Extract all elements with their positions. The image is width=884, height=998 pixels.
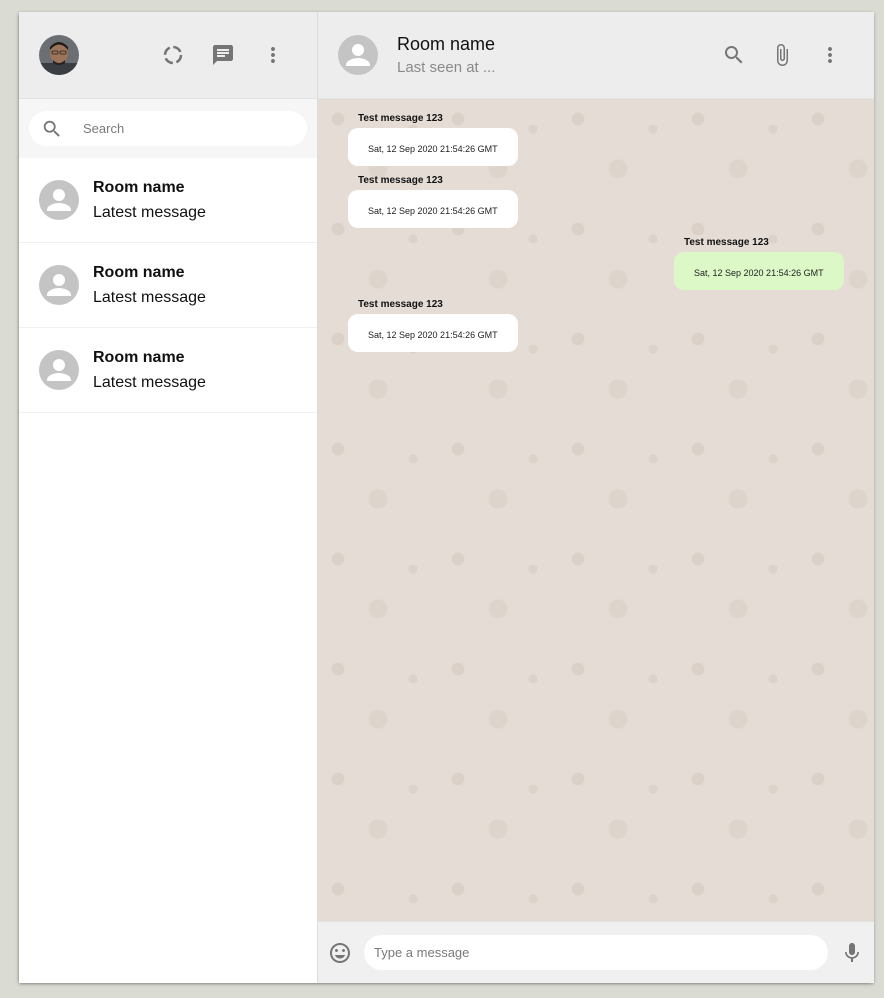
message-bubble: Sat, 12 Sep 2020 21:54:26 GMT (348, 190, 518, 228)
emoji-icon[interactable] (328, 941, 352, 965)
room-info: Room name Latest message (93, 179, 206, 222)
chat-header-actions (710, 31, 854, 79)
chat-room-avatar[interactable] (338, 35, 378, 75)
room-avatar (39, 265, 79, 305)
message-input[interactable] (364, 935, 828, 970)
message-sender: Test message 123 (358, 113, 443, 124)
room-list-item[interactable]: Room name Latest message (19, 243, 317, 328)
message-row: Test message 123 Sat, 12 Sep 2020 21:54:… (348, 299, 844, 352)
message-sender: Test message 123 (358, 299, 443, 310)
chat-menu-button[interactable] (806, 31, 854, 79)
room-last-message: Latest message (93, 288, 206, 306)
search-input[interactable] (83, 121, 283, 136)
room-name: Room name (93, 263, 185, 281)
attach-button[interactable] (758, 31, 806, 79)
message-bubble: Sat, 12 Sep 2020 21:54:26 GMT (674, 252, 844, 290)
search-container (29, 111, 307, 146)
sidebar-search-bar (19, 99, 317, 158)
status-icon (163, 45, 183, 65)
room-name: Room name (93, 348, 185, 366)
message-bubble: Sat, 12 Sep 2020 21:54:26 GMT (348, 128, 518, 166)
room-info: Room name Latest message (93, 264, 206, 307)
message-bubble: Sat, 12 Sep 2020 21:54:26 GMT (348, 314, 518, 352)
room-avatar (39, 180, 79, 220)
message-sender: Test message 123 (684, 237, 769, 248)
message: Test message 123 Sat, 12 Sep 2020 21:54:… (674, 237, 844, 290)
message-row: Test message 123 Sat, 12 Sep 2020 21:54:… (348, 175, 844, 228)
sidebar-header-actions (149, 31, 297, 79)
chat-room-name: Room name (397, 34, 496, 54)
room-last-message: Latest message (93, 373, 206, 391)
more-vert-icon (828, 47, 832, 63)
room-name: Room name (93, 178, 185, 196)
message: Test message 123 Sat, 12 Sep 2020 21:54:… (348, 113, 518, 166)
chat-icon (213, 45, 233, 65)
message-row-sent: Test message 123 Sat, 12 Sep 2020 21:54:… (348, 237, 844, 290)
new-chat-button[interactable] (199, 31, 247, 79)
person-icon (346, 44, 370, 66)
room-info: Room name Latest message (93, 349, 206, 392)
user-avatar[interactable] (39, 35, 79, 75)
sidebar: Room name Latest message Room name Lates… (19, 12, 318, 983)
sidebar-header (19, 12, 317, 99)
room-avatar (39, 350, 79, 390)
chat-panel: Room name Last seen at ... Test message … (318, 12, 874, 983)
person-icon (47, 189, 71, 211)
message: Test message 123 Sat, 12 Sep 2020 21:54:… (348, 175, 518, 228)
chat-header: Room name Last seen at ... (318, 12, 874, 99)
message-row: Test message 123 Sat, 12 Sep 2020 21:54:… (348, 113, 844, 166)
app-window: Room name Latest message Room name Lates… (19, 12, 874, 983)
search-icon (725, 46, 743, 64)
room-list-item[interactable]: Room name Latest message (19, 328, 317, 413)
person-icon (47, 359, 71, 381)
room-list: Room name Latest message Room name Lates… (19, 158, 317, 983)
mic-icon[interactable] (840, 941, 864, 965)
chat-last-seen: Last seen at ... (397, 59, 496, 76)
search-icon (43, 120, 60, 137)
room-list-item[interactable]: Room name Latest message (19, 158, 317, 243)
attach-file-icon (777, 44, 788, 66)
more-vert-icon (271, 47, 275, 63)
chat-search-button[interactable] (710, 31, 758, 79)
sidebar-menu-button[interactable] (249, 31, 297, 79)
room-last-message: Latest message (93, 203, 206, 221)
status-button[interactable] (149, 31, 197, 79)
chat-header-info: Room name Last seen at ... (397, 34, 710, 76)
message-sender: Test message 123 (358, 175, 443, 186)
chat-footer (318, 921, 874, 983)
chat-messages: Test message 123 Sat, 12 Sep 2020 21:54:… (318, 99, 874, 921)
person-icon (47, 274, 71, 296)
message: Test message 123 Sat, 12 Sep 2020 21:54:… (348, 299, 518, 352)
